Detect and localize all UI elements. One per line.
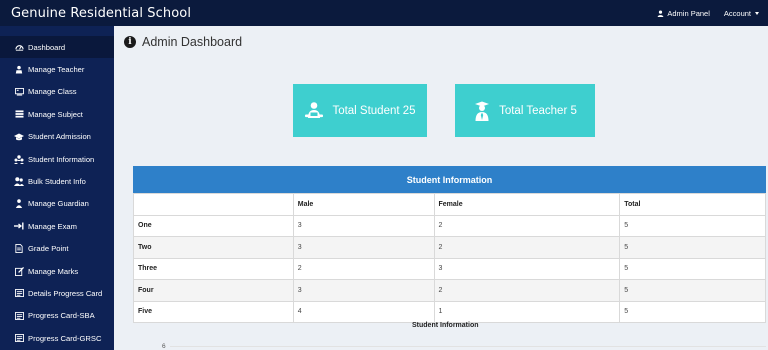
sidebar-item-details-progress-card[interactable]: Details Progress Card — [0, 282, 114, 304]
group-icon — [14, 177, 24, 187]
table-row: One 3 2 5 — [133, 214, 766, 237]
sidebar-item-label: Dashboard — [28, 42, 66, 52]
sidebar-item-student-information[interactable]: Student Information — [0, 148, 114, 170]
total-cell: 5 — [619, 257, 766, 280]
table-header-row: Male Female Total — [133, 193, 766, 216]
admin-panel-label: Admin Panel — [667, 8, 710, 18]
total-cell: 5 — [619, 279, 766, 302]
total-cell: 5 — [619, 236, 766, 259]
chart-title: Student Information — [412, 322, 479, 329]
female-cell: 2 — [433, 214, 621, 237]
sidebar: Dashboard Manage Teacher Manage Class Ma… — [0, 26, 114, 350]
dashboard-icon — [14, 42, 24, 52]
table-row: Four 3 2 5 — [133, 279, 766, 302]
sidebar-item-label: Manage Marks — [28, 266, 79, 276]
chart-y-tick-label: 6 — [162, 343, 166, 350]
marks-icon — [14, 266, 24, 276]
total-cell: 5 — [619, 300, 766, 323]
graduate-icon — [475, 101, 490, 121]
app-title[interactable]: Genuine Residential School — [0, 6, 657, 21]
sidebar-item-manage-marks[interactable]: Manage Marks — [0, 260, 114, 282]
account-label: Account — [723, 8, 751, 18]
sidebar-item-manage-subject[interactable]: Manage Subject — [0, 103, 114, 125]
class-cell: Two — [133, 236, 294, 259]
total-students-label: Total Student 25 — [332, 104, 416, 117]
caret-down-icon — [755, 11, 759, 15]
table-header-cell: Female — [433, 193, 621, 216]
graduation-cap-icon — [14, 132, 24, 142]
male-cell: 2 — [292, 257, 435, 280]
male-cell: 3 — [292, 279, 435, 302]
sidebar-item-student-admission[interactable]: Student Admission — [0, 126, 114, 148]
sidebar-item-label: Student Information — [28, 154, 95, 164]
total-teachers-card[interactable]: Total Teacher 5 — [455, 84, 595, 137]
sidebar-item-label: Grade Point — [28, 244, 69, 254]
sidebar-item-progress-card-grsc[interactable]: Progress Card-GRSC — [0, 327, 114, 349]
student-information-table: Male Female Total One 3 2 5 Two 3 2 5 Th… — [133, 193, 766, 323]
female-cell: 2 — [433, 279, 621, 302]
sidebar-item-label: Progress Card-GRSC — [28, 333, 102, 343]
male-cell: 4 — [292, 300, 435, 323]
male-cell: 3 — [292, 236, 435, 259]
table-row: Two 3 2 5 — [133, 236, 766, 259]
table-header-cell: Male — [292, 193, 435, 216]
sidebar-item-label: Manage Teacher — [28, 65, 85, 75]
progress-card-icon — [14, 311, 24, 321]
progress-card-icon — [14, 288, 24, 298]
chart-gridline — [170, 346, 766, 347]
exam-icon — [14, 221, 24, 231]
students-icon — [305, 101, 324, 118]
female-cell: 1 — [433, 300, 621, 323]
table-header-cell: Total — [619, 193, 766, 216]
total-teachers-label: Total Teacher 5 — [499, 104, 577, 117]
sidebar-item-label: Manage Exam — [28, 221, 77, 231]
sidebar-item-manage-class[interactable]: Manage Class — [0, 81, 114, 103]
sidebar-item-label: Manage Class — [28, 87, 77, 97]
sidebar-item-progress-card-sba[interactable]: Progress Card-SBA — [0, 305, 114, 327]
total-cell: 5 — [619, 214, 766, 237]
account-dropdown[interactable]: Account — [724, 9, 759, 18]
total-students-card[interactable]: Total Student 25 — [293, 84, 427, 137]
table-header-cell — [133, 193, 294, 216]
users-icon — [14, 154, 24, 164]
table-row: Three 2 3 5 — [133, 257, 766, 280]
admin-panel-link[interactable]: Admin Panel — [657, 9, 710, 18]
main-content: i Admin Dashboard Total Student 25 Total… — [114, 26, 768, 350]
user-icon — [658, 9, 664, 17]
table-title: Student Information — [133, 166, 766, 193]
class-icon — [14, 87, 24, 97]
sidebar-item-label: Manage Subject — [28, 109, 83, 119]
class-cell: Five — [133, 300, 294, 323]
top-navbar: Genuine Residential School Admin Panel A… — [0, 0, 768, 26]
teacher-icon — [14, 65, 24, 75]
info-icon: i — [124, 36, 136, 48]
student-information-panel: Student Information Male Female Total On… — [133, 166, 766, 323]
sidebar-item-label: Progress Card-SBA — [28, 311, 95, 321]
table-row: Five 4 1 5 — [133, 300, 766, 323]
page-title: Admin Dashboard — [142, 35, 243, 49]
male-cell: 3 — [292, 214, 435, 237]
subject-icon — [14, 109, 24, 119]
female-cell: 2 — [433, 236, 621, 259]
female-cell: 3 — [433, 257, 621, 280]
page-header: i Admin Dashboard — [124, 35, 242, 49]
grade-icon — [14, 244, 24, 254]
sidebar-item-label: Bulk Student Info — [28, 177, 86, 187]
class-cell: One — [133, 214, 294, 237]
sidebar-item-manage-guardian[interactable]: Manage Guardian — [0, 193, 114, 215]
progress-card-icon — [14, 333, 24, 343]
sidebar-item-bulk-student-info[interactable]: Bulk Student Info — [0, 170, 114, 192]
sidebar-item-dashboard[interactable]: Dashboard — [0, 36, 114, 59]
sidebar-item-manage-exam[interactable]: Manage Exam — [0, 215, 114, 237]
guardian-icon — [14, 199, 24, 209]
sidebar-item-manage-teacher[interactable]: Manage Teacher — [0, 58, 114, 80]
class-cell: Four — [133, 279, 294, 302]
class-cell: Three — [133, 257, 294, 280]
sidebar-item-label: Details Progress Card — [28, 288, 103, 298]
sidebar-item-grade-point[interactable]: Grade Point — [0, 238, 114, 260]
sidebar-item-label: Manage Guardian — [28, 199, 89, 209]
sidebar-item-label: Student Admission — [28, 132, 91, 142]
